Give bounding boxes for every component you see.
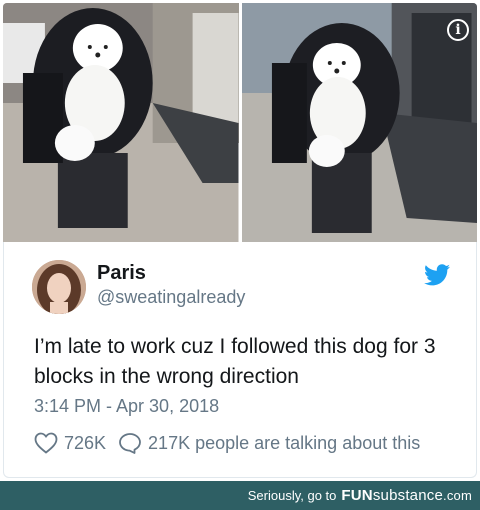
twitter-bird-icon[interactable] <box>424 264 450 286</box>
tweet-media: i <box>3 3 477 242</box>
heart-icon <box>34 432 58 454</box>
avatar[interactable] <box>32 260 86 314</box>
tweet-card: Paris @sweatingalready I’m late to work … <box>3 242 477 478</box>
info-glyph: i <box>455 22 461 38</box>
tweet-actions: 726K 217K people are talking about this <box>34 432 420 454</box>
tweet-text: I’m late to work cuz I followed this dog… <box>34 335 436 388</box>
like-button[interactable]: 726K <box>34 432 106 454</box>
brand-suffix: .com <box>443 488 472 503</box>
display-name[interactable]: Paris <box>97 262 146 285</box>
reply-button[interactable]: 217K people are talking about this <box>118 432 420 454</box>
brand-rest: substance <box>372 487 444 504</box>
tweet-photo-left[interactable] <box>3 3 239 242</box>
like-count: 726K <box>64 432 107 453</box>
info-icon[interactable]: i <box>447 19 469 41</box>
talking-count: 217K people are talking about this <box>148 432 421 453</box>
user-handle[interactable]: @sweatingalready <box>97 287 245 308</box>
tweet-timestamp[interactable]: 3:14 PM - Apr 30, 2018 <box>34 396 219 417</box>
speech-bubble-icon <box>119 433 141 454</box>
footer-brand[interactable]: FUNsubstance.com <box>341 487 472 504</box>
brand-bold: FUN <box>341 487 373 504</box>
footer-lead: Seriously, go to <box>247 488 337 503</box>
site-footer: Seriously, go to FUNsubstance.com <box>0 481 480 510</box>
tweet-photo-right[interactable]: i <box>241 3 477 242</box>
